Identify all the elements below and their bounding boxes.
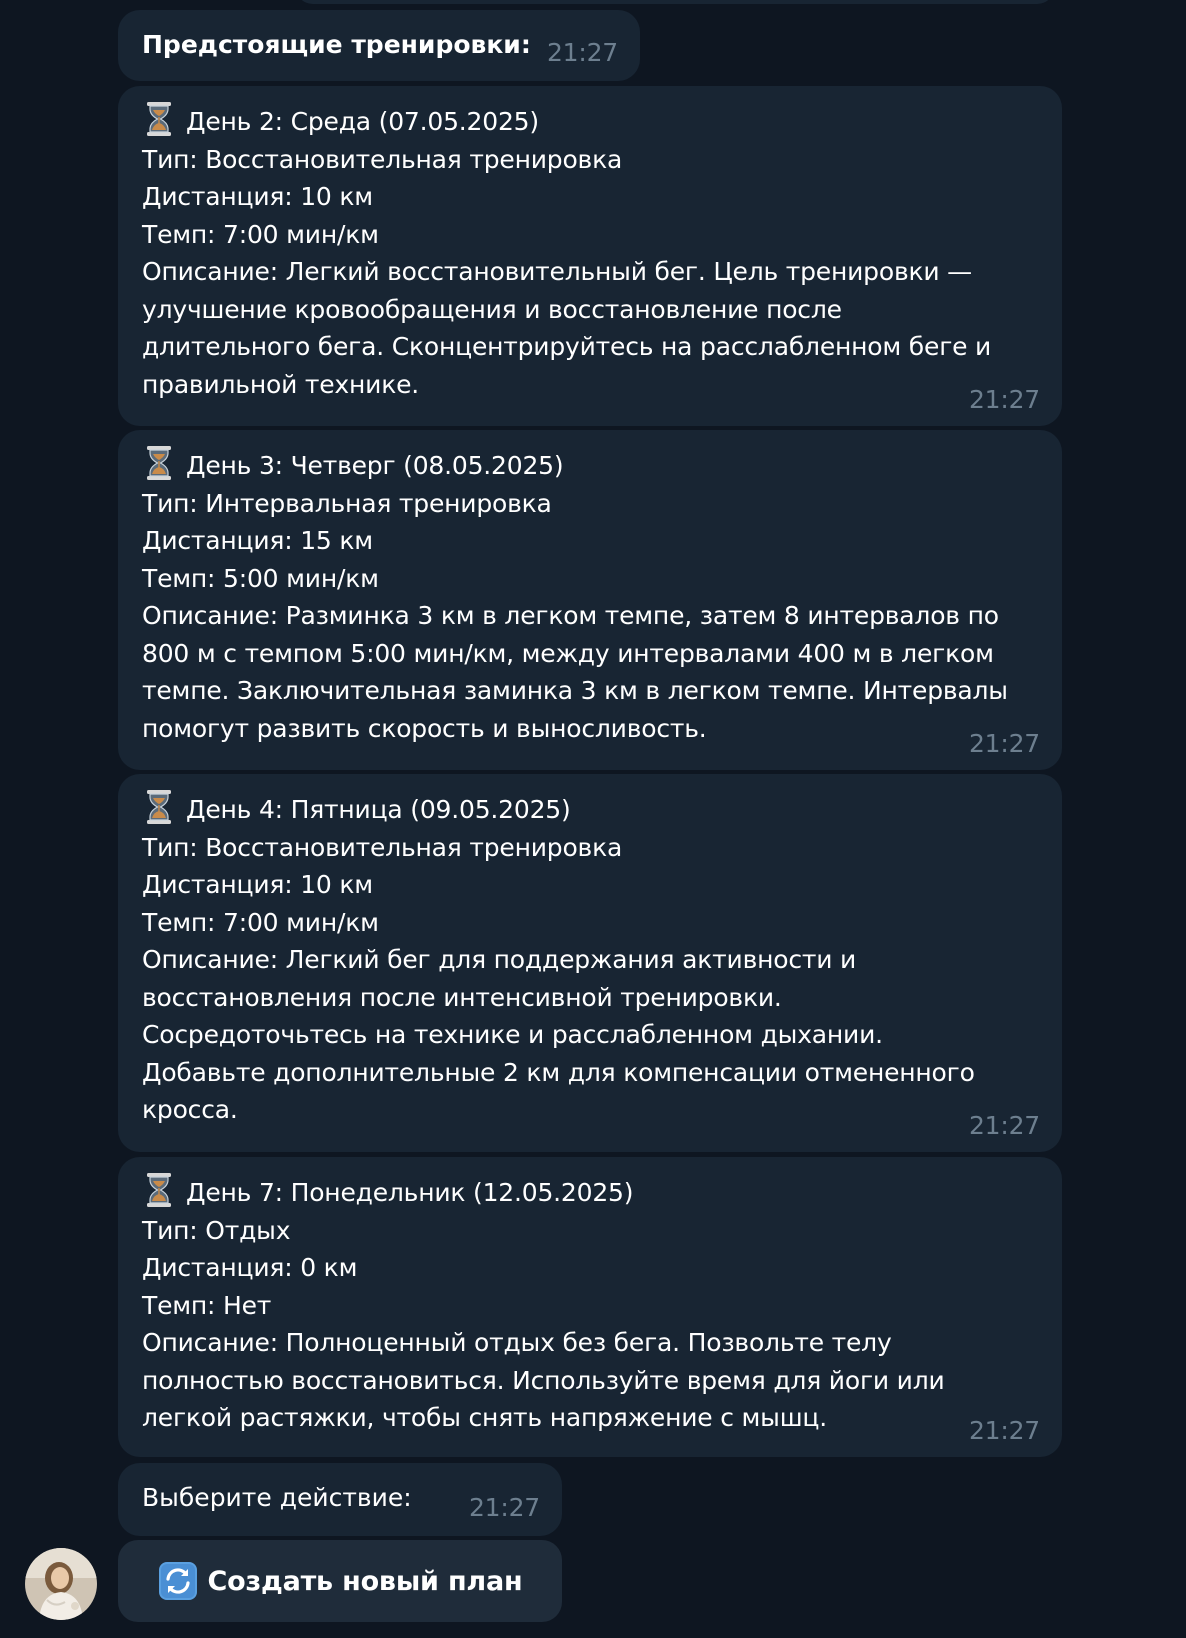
workout-pace: Темп: 7:00 мин/км — [142, 219, 379, 249]
message-time: 21:27 — [468, 1493, 540, 1522]
workout-description-line: длительного бега. Сконцентрируйтесь на р… — [142, 332, 992, 361]
workout-day-text: День 3: Четверг (08.05.2025) — [186, 451, 564, 480]
message-text: Предстоящие тренировки: — [142, 30, 531, 59]
previous-message-edge — [295, 0, 1055, 4]
hourglass-icon — [147, 446, 171, 480]
create-new-plan-button[interactable]: Создать новый план — [118, 1540, 562, 1622]
workout-message: День 7: Понедельник (12.05.2025) Тип: От… — [118, 1157, 1062, 1457]
workout-type: Тип: Восстановительная тренировка — [142, 144, 623, 174]
workout-description-line: темпе. Заключительная заминка 3 км в лег… — [142, 676, 1008, 705]
workout-description-line: Описание: Легкий восстановительный бег. … — [142, 257, 972, 286]
workout-description-line: Добавьте дополнительные 2 км для компенс… — [142, 1057, 975, 1087]
message-time: 21:27 — [968, 1416, 1040, 1445]
workout-description-line: восстановления после интенсивной трениро… — [142, 982, 782, 1012]
workout-day: День 4: Пятница (09.05.2025) — [142, 790, 1038, 829]
workout-day: День 3: Четверг (08.05.2025) — [142, 446, 1038, 485]
workout-type: Тип: Восстановительная тренировка — [142, 832, 623, 862]
message-time: 21:27 — [968, 729, 1040, 758]
workout-description-line: Описание: Полноценный отдых без бега. По… — [142, 1328, 892, 1357]
workout-description-line: Описание: Легкий бег для поддержания акт… — [142, 945, 857, 974]
workout-day: День 7: Понедельник (12.05.2025) — [142, 1173, 1038, 1212]
workout-pace: Темп: 7:00 мин/км — [142, 907, 379, 937]
workout-distance: Дистанция: 10 км — [142, 870, 373, 899]
workout-day-text: День 7: Понедельник (12.05.2025) — [186, 1178, 634, 1207]
workout-distance: Дистанция: 15 км — [142, 526, 373, 555]
message-time: 21:27 — [546, 38, 618, 67]
hourglass-icon — [147, 102, 171, 136]
avatar[interactable] — [25, 1548, 97, 1620]
hourglass-icon — [147, 1173, 171, 1207]
workout-description-line: Описание: Разминка 3 км в легком темпе, … — [142, 601, 999, 630]
workout-description-line: 800 м с темпом 5:00 мин/км, между интерв… — [142, 638, 994, 668]
workout-message: День 4: Пятница (09.05.2025) Тип: Восста… — [118, 774, 1062, 1152]
workout-description-line: помогут развить скорость и выносливость. — [142, 713, 707, 743]
message-bubble-header: Предстоящие тренировки: 21:27 — [118, 10, 640, 81]
message-time: 21:27 — [968, 1111, 1040, 1140]
workout-pace: Темп: Нет — [142, 1290, 272, 1320]
workout-description-line: легкой растяжки, чтобы снять напряжение … — [142, 1403, 827, 1432]
workout-description-line: полностью восстановиться. Используйте вр… — [142, 1365, 945, 1395]
message-bubble-action-prompt: Выберите действие: 21:27 — [118, 1463, 562, 1536]
workout-distance: Дистанция: 10 км — [142, 182, 373, 211]
workout-type: Тип: Интервальная тренировка — [142, 488, 552, 518]
workout-day: День 2: Среда (07.05.2025) — [142, 102, 1038, 141]
message-time: 21:27 — [968, 385, 1040, 414]
workout-description-line: Сосредоточьтесь на технике и расслабленн… — [142, 1020, 883, 1049]
workout-type: Тип: Отдых — [142, 1215, 291, 1245]
workout-day-text: День 2: Среда (07.05.2025) — [186, 107, 539, 136]
workout-description-line: улучшение кровообращения и восстановлени… — [142, 294, 842, 324]
workout-description-line: кросса. — [142, 1095, 238, 1124]
workout-message: День 2: Среда (07.05.2025) Тип: Восстано… — [118, 86, 1062, 426]
hourglass-icon — [147, 790, 171, 824]
avatar-image — [25, 1548, 97, 1620]
message-text: Выберите действие: — [142, 1483, 412, 1512]
create-new-plan-label: Создать новый план — [207, 1565, 523, 1597]
workout-message: День 3: Четверг (08.05.2025) Тип: Интерв… — [118, 430, 1062, 770]
workout-pace: Темп: 5:00 мин/км — [142, 563, 379, 593]
workout-description-line: правильной технике. — [142, 369, 420, 399]
workout-distance: Дистанция: 0 км — [142, 1253, 358, 1282]
refresh-icon — [158, 1562, 197, 1600]
workout-day-text: День 4: Пятница (09.05.2025) — [186, 795, 571, 824]
